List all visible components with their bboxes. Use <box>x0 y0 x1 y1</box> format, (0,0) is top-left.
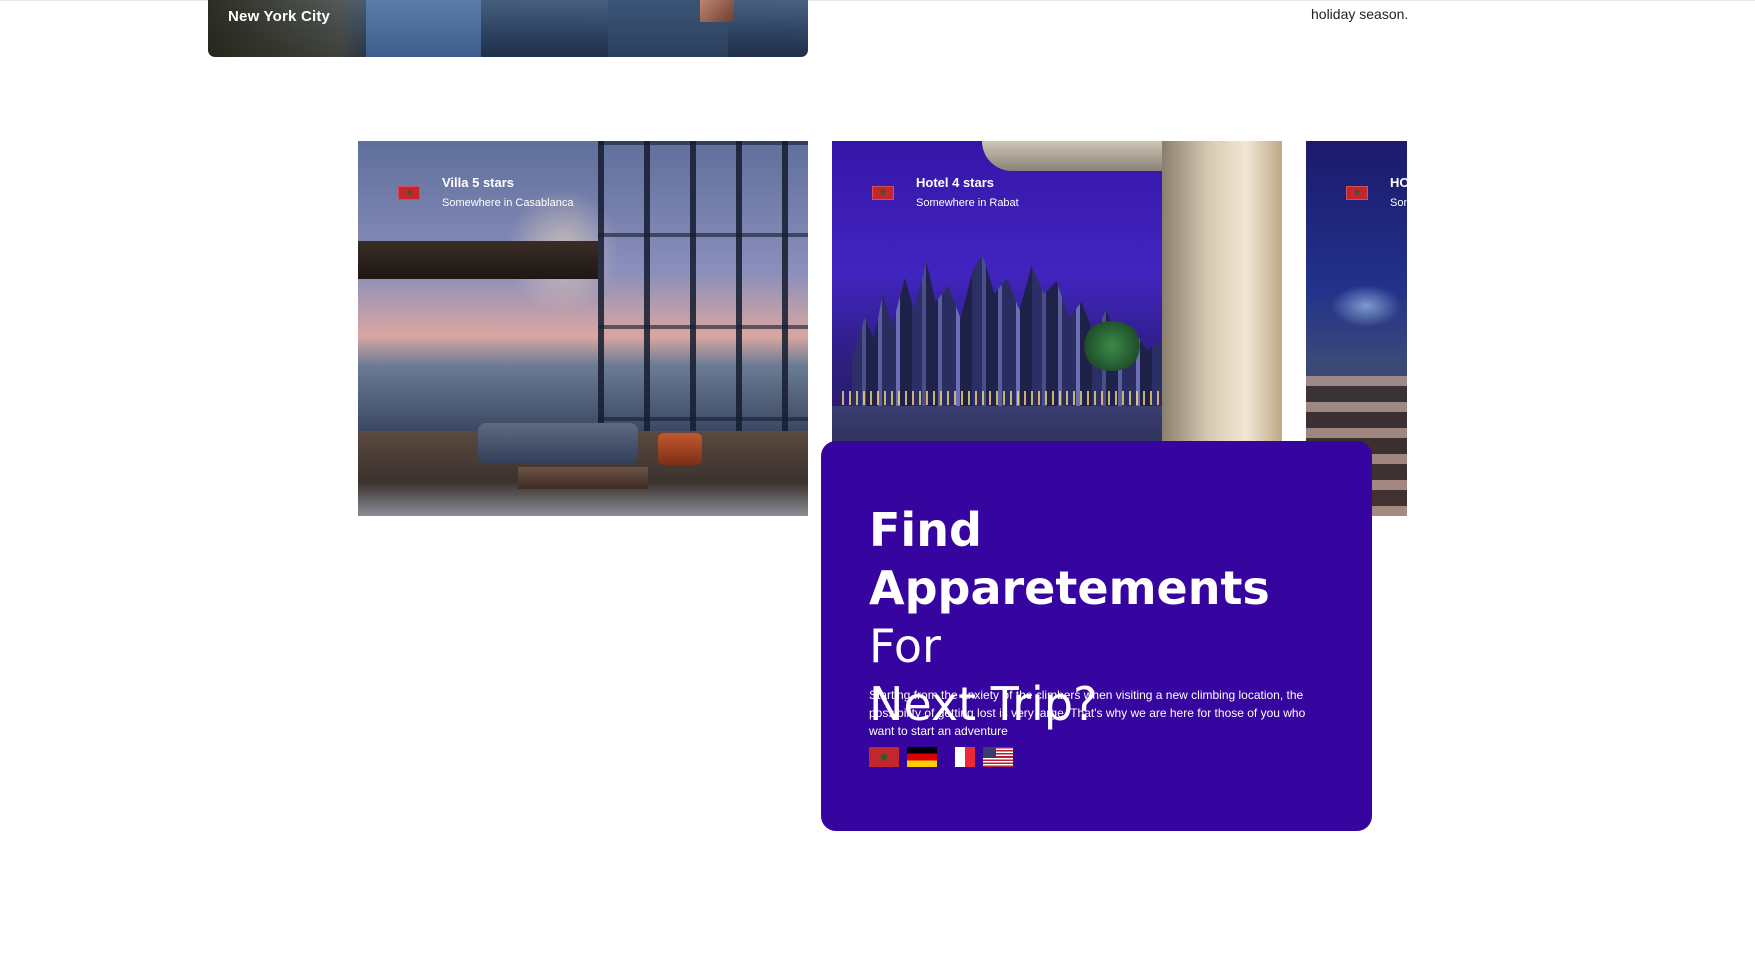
promo-description: Starting from the anxiety of the climber… <box>869 688 1306 738</box>
language-flags: ★ <box>869 747 1013 767</box>
morocco-flag-icon[interactable]: ★ <box>869 747 899 767</box>
usa-flag-icon[interactable] <box>983 747 1013 767</box>
hotel-title: Hotel 4 stars <box>916 175 995 190</box>
section-text-fragment: holiday season. <box>1311 6 1409 22</box>
morocco-flag-icon: ★ <box>872 186 894 200</box>
hotel-location: Somewhere in Rabat <box>916 197 1019 209</box>
promo-panel: Find Apparetements For Next Trip? Starting… <box>821 441 1372 831</box>
hotel-title: HO <box>1390 175 1407 190</box>
morocco-flag-icon: ★ <box>1346 186 1368 200</box>
morocco-flag-icon: ★ <box>398 186 420 200</box>
hotel-title: Villa 5 stars <box>442 175 515 190</box>
page: New York City holiday season. ★ Villa 5 … <box>0 0 1755 955</box>
hotel-card-villa[interactable]: ★ Villa 5 stars Somewhere in Casablanca <box>358 141 808 516</box>
hotel-location: Somewhere in Casablanca <box>442 197 574 209</box>
promo-heading-bold: Find Apparetements <box>869 503 1270 615</box>
germany-flag-icon[interactable] <box>907 747 937 767</box>
destination-caption: New York City <box>228 8 331 25</box>
france-flag-icon[interactable] <box>945 747 975 767</box>
destination-card-new-york[interactable]: New York City <box>208 0 808 57</box>
hotel-location: Son <box>1390 197 1407 209</box>
